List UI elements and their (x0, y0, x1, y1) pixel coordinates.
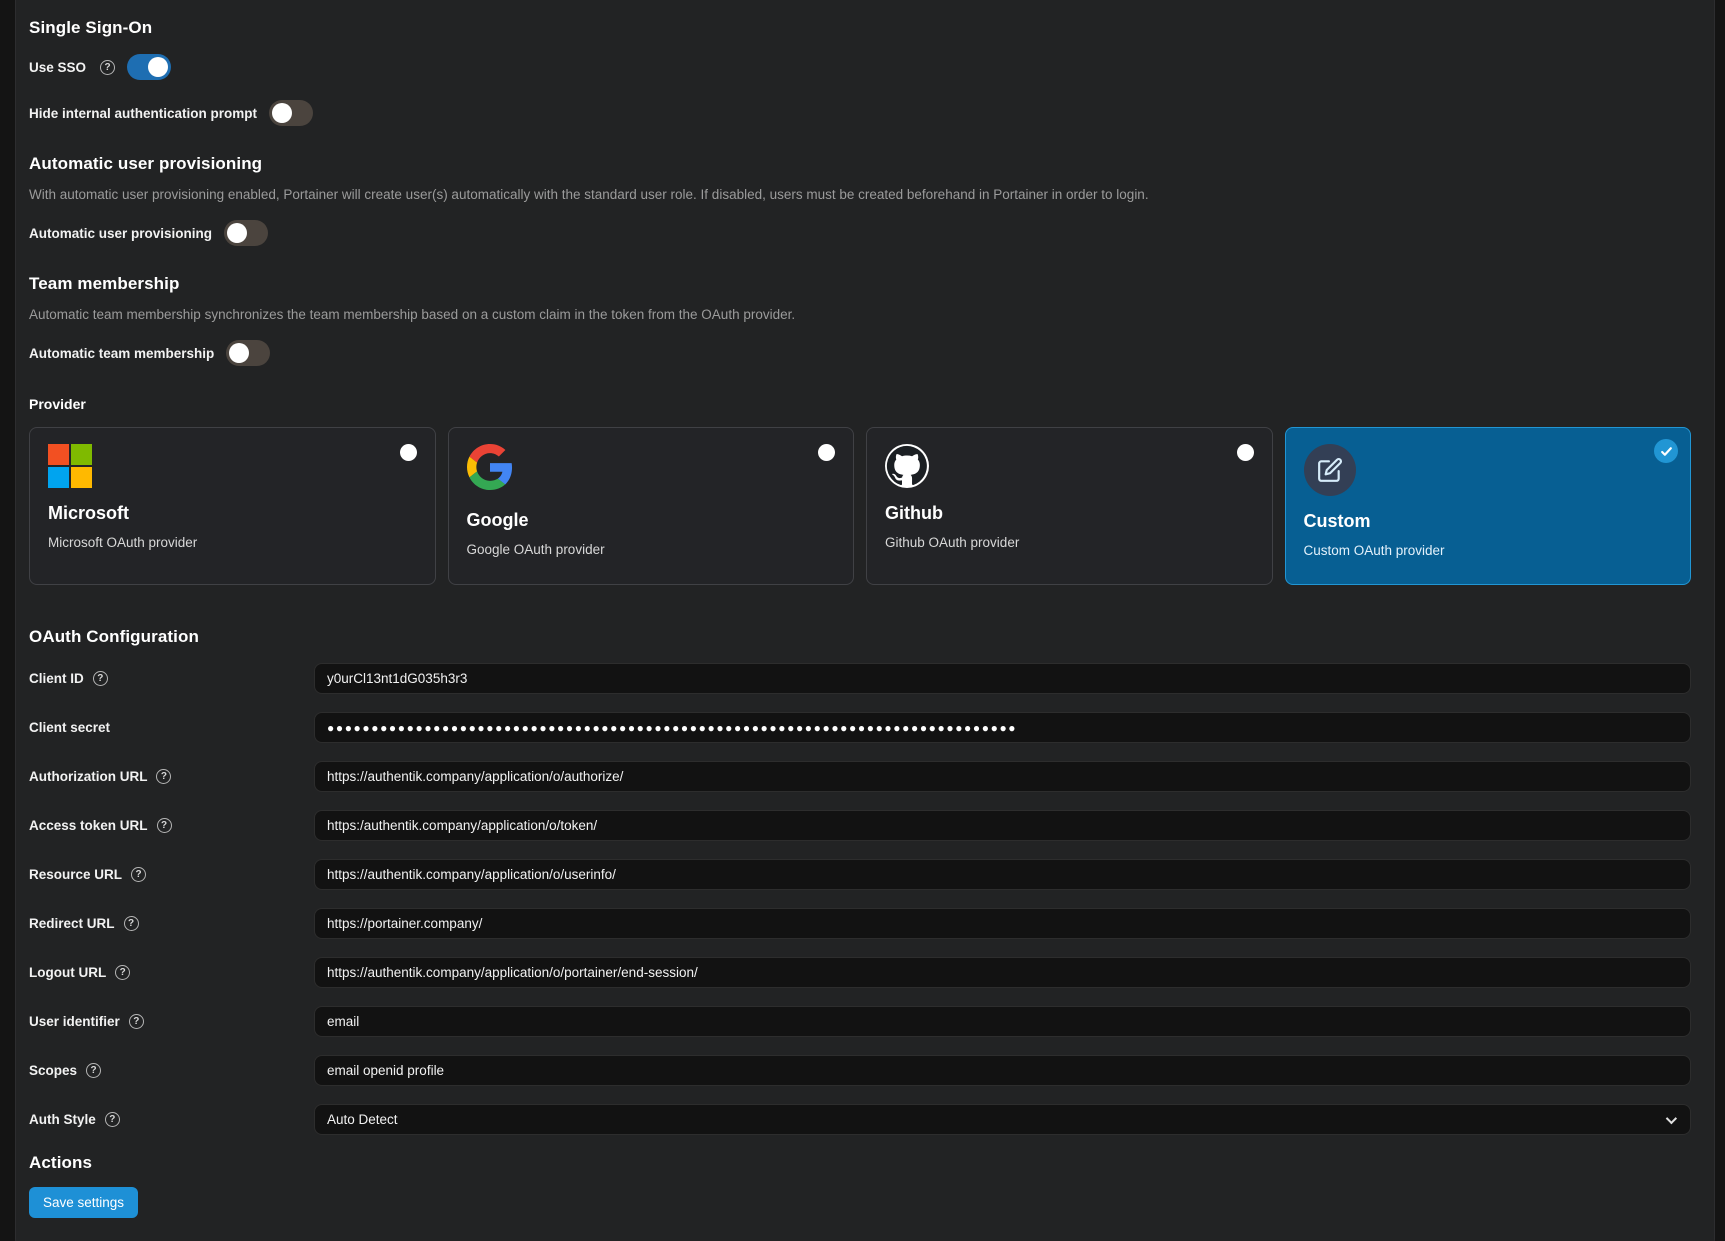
provisioning-row: Automatic user provisioning (29, 220, 1691, 246)
edit-icon (1304, 444, 1356, 496)
scopes-label: Scopes (29, 1063, 77, 1078)
provider-card-description: Github OAuth provider (885, 535, 1254, 550)
team-toggle-label: Automatic team membership (29, 346, 214, 361)
toggle-knob (148, 57, 168, 77)
radio-unselected-icon[interactable] (400, 444, 417, 461)
logout-url-row: Logout URL ? (29, 957, 1691, 988)
help-icon: ? (156, 769, 171, 784)
help-icon: ? (115, 965, 130, 980)
check-icon (1654, 439, 1678, 463)
use-sso-row: Use SSO ? (29, 54, 1691, 80)
google-logo-icon (467, 444, 513, 490)
actions-section-title: Actions (29, 1153, 1691, 1173)
oauth-section-title: OAuth Configuration (29, 627, 1691, 647)
help-icon: ? (105, 1112, 120, 1127)
user-identifier-input[interactable] (314, 1006, 1691, 1037)
redirect-url-label: Redirect URL (29, 916, 115, 931)
provider-card-custom[interactable]: Custom Custom OAuth provider (1285, 427, 1692, 585)
auth-style-row: Auth Style ? Auto Detect (29, 1104, 1691, 1135)
save-settings-button[interactable]: Save settings (29, 1187, 138, 1218)
provisioning-toggle[interactable] (224, 220, 268, 246)
auth-style-selected-value: Auto Detect (327, 1112, 398, 1127)
hide-prompt-label: Hide internal authentication prompt (29, 106, 257, 121)
toggle-knob (229, 343, 249, 363)
client-id-label: Client ID (29, 671, 84, 686)
hide-prompt-toggle[interactable] (269, 100, 313, 126)
provisioning-section-title: Automatic user provisioning (29, 154, 1691, 174)
provider-card-description: Google OAuth provider (467, 542, 836, 557)
radio-unselected-icon[interactable] (818, 444, 835, 461)
github-logo-icon (885, 444, 929, 488)
logout-url-label: Logout URL (29, 965, 106, 980)
provisioning-description: With automatic user provisioning enabled… (29, 187, 1691, 202)
user-identifier-label: User identifier (29, 1014, 120, 1029)
team-description: Automatic team membership synchronizes t… (29, 307, 1691, 322)
provider-card-title: Microsoft (48, 503, 417, 524)
provider-card-google[interactable]: Google Google OAuth provider (448, 427, 855, 585)
resource-url-row: Resource URL ? (29, 859, 1691, 890)
provider-card-description: Microsoft OAuth provider (48, 535, 417, 550)
use-sso-toggle[interactable] (127, 54, 171, 80)
toggle-knob (227, 223, 247, 243)
resource-url-input[interactable] (314, 859, 1691, 890)
chevron-down-icon (1666, 1112, 1677, 1123)
access-token-url-label: Access token URL (29, 818, 148, 833)
scopes-input[interactable] (314, 1055, 1691, 1086)
authorization-url-row: Authorization URL ? (29, 761, 1691, 792)
client-secret-label: Client secret (29, 720, 110, 735)
access-token-url-row: Access token URL ? (29, 810, 1691, 841)
client-id-row: Client ID ? (29, 663, 1691, 694)
help-icon: ? (129, 1014, 144, 1029)
authorization-url-input[interactable] (314, 761, 1691, 792)
authorization-url-label: Authorization URL (29, 769, 147, 784)
help-icon: ? (93, 671, 108, 686)
team-row: Automatic team membership (29, 340, 1691, 366)
logout-url-input[interactable] (314, 957, 1691, 988)
provider-cards: Microsoft Microsoft OAuth provider Googl… (29, 427, 1691, 585)
hide-prompt-row: Hide internal authentication prompt (29, 100, 1691, 126)
scopes-row: Scopes ? (29, 1055, 1691, 1086)
resource-url-label: Resource URL (29, 867, 122, 882)
auth-style-select[interactable]: Auto Detect (314, 1104, 1691, 1135)
help-icon: ? (86, 1063, 101, 1078)
redirect-url-input[interactable] (314, 908, 1691, 939)
oauth-settings-panel: Single Sign-On Use SSO ? Hide internal a… (15, 0, 1715, 1241)
team-toggle[interactable] (226, 340, 270, 366)
provider-card-github[interactable]: Github Github OAuth provider (866, 427, 1273, 585)
provider-label: Provider (29, 396, 1691, 412)
radio-unselected-icon[interactable] (1237, 444, 1254, 461)
help-icon: ? (131, 867, 146, 882)
client-secret-input[interactable] (314, 712, 1691, 743)
help-icon: ? (100, 60, 115, 75)
provider-card-title: Github (885, 503, 1254, 524)
client-secret-row: Client secret (29, 712, 1691, 743)
help-icon: ? (157, 818, 172, 833)
provider-card-title: Custom (1304, 511, 1673, 532)
provider-card-description: Custom OAuth provider (1304, 543, 1673, 558)
client-id-input[interactable] (314, 663, 1691, 694)
oauth-form: Client ID ? Client secret Authorization … (29, 663, 1691, 1135)
provisioning-toggle-label: Automatic user provisioning (29, 226, 212, 241)
provider-card-microsoft[interactable]: Microsoft Microsoft OAuth provider (29, 427, 436, 585)
auth-style-label: Auth Style (29, 1112, 96, 1127)
toggle-knob (272, 103, 292, 123)
microsoft-logo-icon (48, 444, 92, 488)
sso-section-title: Single Sign-On (29, 18, 1691, 38)
redirect-url-row: Redirect URL ? (29, 908, 1691, 939)
help-icon: ? (124, 916, 139, 931)
use-sso-label: Use SSO (29, 60, 86, 75)
access-token-url-input[interactable] (314, 810, 1691, 841)
provider-card-title: Google (467, 510, 836, 531)
team-section-title: Team membership (29, 274, 1691, 294)
user-identifier-row: User identifier ? (29, 1006, 1691, 1037)
